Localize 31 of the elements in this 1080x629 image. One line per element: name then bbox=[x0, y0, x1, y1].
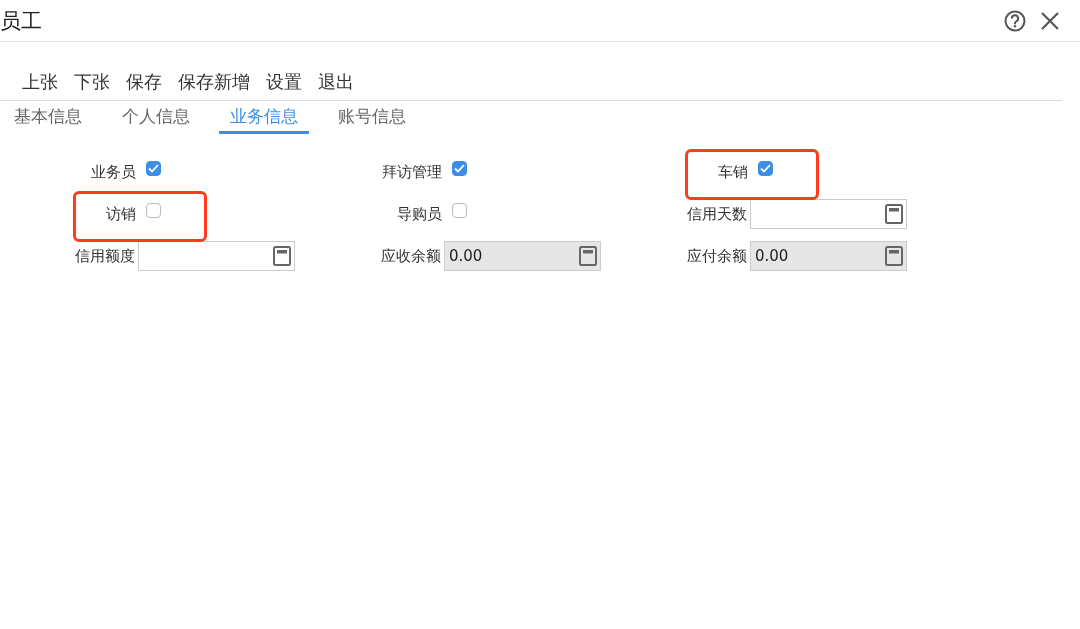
toolbar-button[interactable]: 上张 bbox=[20, 70, 60, 94]
field-label: 应收余额 bbox=[381, 246, 441, 266]
checkbox[interactable] bbox=[758, 160, 773, 176]
checkbox[interactable] bbox=[452, 202, 467, 218]
field-label: 车销 bbox=[718, 162, 748, 182]
field-label: 应付余额 bbox=[687, 246, 747, 266]
field-label: 业务员 bbox=[91, 162, 136, 182]
field-label: 信用额度 bbox=[75, 246, 135, 266]
toolbar-button[interactable]: 设置 bbox=[264, 70, 304, 94]
calculator-icon[interactable] bbox=[273, 246, 291, 266]
toolbar-button[interactable]: 保存新增 bbox=[176, 70, 252, 94]
checkbox[interactable] bbox=[146, 202, 161, 218]
field-label: 拜访管理 bbox=[382, 162, 442, 182]
field-label: 导购员 bbox=[397, 204, 442, 224]
tab[interactable]: 业务信息 bbox=[219, 101, 309, 134]
tab[interactable]: 个人信息 bbox=[111, 101, 201, 134]
toolbar-button[interactable]: 下张 bbox=[72, 70, 112, 94]
toolbar-button[interactable]: 退出 bbox=[316, 70, 356, 94]
field-label: 访销 bbox=[106, 204, 136, 224]
number-field[interactable] bbox=[750, 199, 907, 229]
close-icon[interactable] bbox=[1040, 10, 1060, 31]
tab[interactable]: 基本信息 bbox=[3, 101, 93, 134]
number-field[interactable] bbox=[138, 241, 295, 271]
checkbox[interactable] bbox=[452, 160, 467, 176]
help-icon[interactable] bbox=[1004, 9, 1026, 32]
toolbar-button[interactable]: 保存 bbox=[124, 70, 164, 94]
window-title: 员工 bbox=[0, 7, 42, 35]
field-label: 信用天数 bbox=[687, 204, 747, 224]
calculator-icon[interactable] bbox=[885, 204, 903, 224]
tab[interactable]: 账号信息 bbox=[327, 101, 417, 134]
checkbox[interactable] bbox=[146, 160, 161, 176]
